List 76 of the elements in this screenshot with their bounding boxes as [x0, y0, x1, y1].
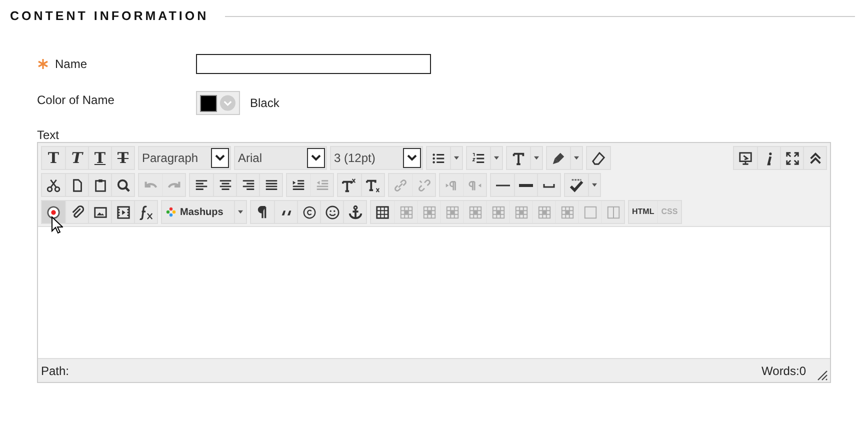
caret-icon [238, 210, 243, 214]
resize-handle-icon[interactable] [816, 369, 828, 381]
table-cell-icon [490, 204, 506, 220]
caret-icon [494, 156, 499, 160]
chevron-icon [311, 154, 321, 162]
justify-icon [264, 178, 278, 192]
font-dropdown[interactable]: Arial [234, 146, 327, 170]
outdent-icon [314, 178, 330, 192]
align-left-icon [194, 178, 209, 192]
color-name: Black [250, 95, 280, 112]
columns-icon [606, 204, 620, 220]
monitor-icon [738, 150, 753, 166]
image-icon [92, 204, 108, 220]
align-right-icon [240, 178, 256, 192]
table-cell-icon [398, 204, 414, 220]
numbered-list-icon [471, 150, 486, 166]
caret-icon [592, 183, 597, 187]
dropdown-button[interactable] [530, 147, 542, 169]
caret-icon [574, 156, 579, 160]
smiley-icon [324, 204, 340, 220]
field-label: Color of Name [37, 92, 114, 109]
indent-icon [291, 178, 306, 192]
table-cell-icon [422, 204, 436, 220]
mouse-pointer-icon [51, 216, 63, 234]
caret-icon [454, 156, 459, 160]
dots-icon [166, 207, 176, 217]
caret-icon [534, 156, 539, 160]
align-center-icon [218, 178, 232, 192]
subscript-icon [366, 178, 380, 192]
text-color-icon [511, 150, 526, 166]
table-cell-icon [444, 204, 460, 220]
record-icon [46, 204, 61, 220]
superscript-icon [342, 178, 357, 192]
chevron-icon [407, 154, 417, 162]
chevron-icon [215, 154, 225, 162]
spellcheck-icon [569, 178, 584, 192]
search-icon [116, 178, 130, 192]
section-heading: CONTENT INFORMATION [10, 8, 209, 25]
dropdown-button[interactable] [588, 174, 600, 196]
toolbar-button[interactable] [42, 201, 65, 223]
field-label: Name [55, 56, 88, 73]
space-icon [543, 182, 555, 188]
horizontal-line-icon [496, 184, 510, 186]
dropdown-button[interactable] [570, 147, 582, 169]
function-icon [138, 204, 154, 220]
clipboard-icon [92, 178, 108, 192]
table-cell-icon [560, 204, 574, 220]
collapse-icon [808, 150, 822, 166]
table-cell-icon [536, 204, 552, 220]
unlink-icon [416, 178, 432, 192]
table-icon [375, 204, 390, 220]
thick-line-icon [519, 184, 533, 186]
marker-icon [551, 150, 566, 166]
input-field[interactable] [196, 54, 431, 74]
table-cell-icon [514, 204, 528, 220]
film-icon [116, 204, 130, 220]
copyright-icon [302, 204, 316, 220]
square-icon [582, 204, 598, 220]
eraser-icon [591, 150, 606, 166]
fullscreen-icon [784, 150, 800, 166]
table-cell-icon [468, 204, 482, 220]
word-count: Words:0 [762, 362, 806, 380]
dropdown-button[interactable] [450, 147, 462, 169]
color-picker[interactable] [196, 91, 240, 115]
editor-label: Text [37, 127, 60, 142]
chevron-icon [218, 94, 236, 112]
scissors-icon [46, 178, 61, 192]
bulleted-list-icon [431, 150, 446, 166]
font-dropdown[interactable]: Paragraph [138, 146, 231, 170]
font-dropdown[interactable]: 3 (12pt) [330, 146, 423, 170]
paperclip-icon [70, 204, 84, 220]
link-icon [393, 178, 408, 192]
anchor-icon [348, 204, 362, 220]
path-label: Path: [41, 362, 70, 380]
dropdown-button[interactable] [234, 201, 246, 223]
dropdown-button[interactable] [490, 147, 502, 169]
